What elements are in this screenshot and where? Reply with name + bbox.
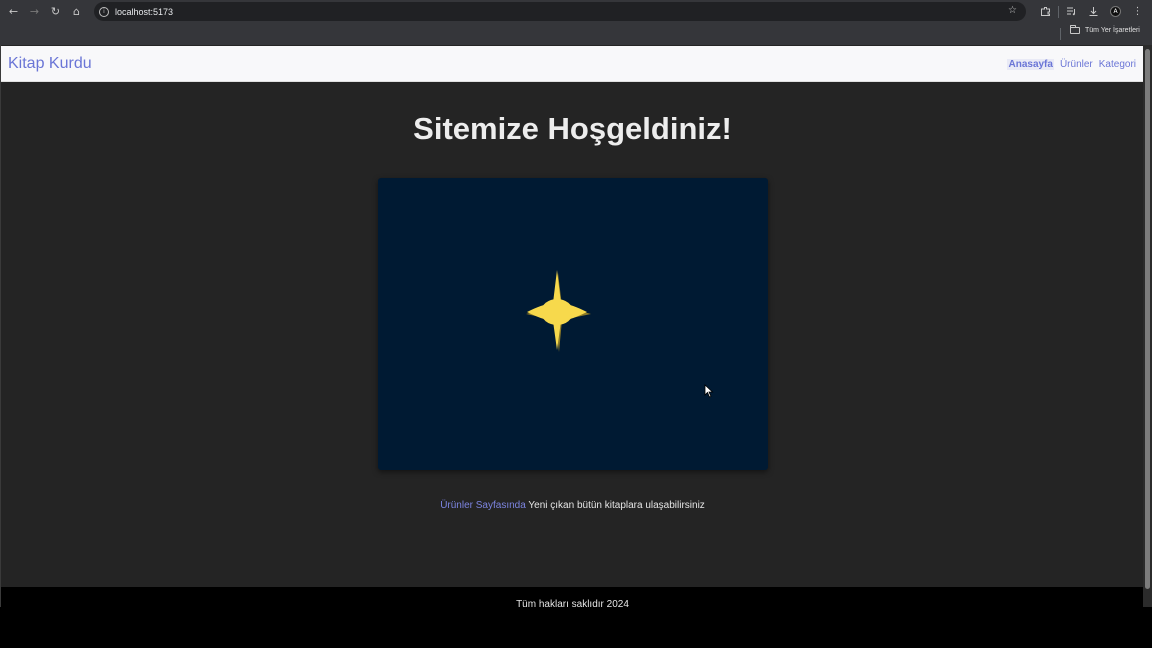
brand-logo-link[interactable]: Kitap Kurdu [8, 55, 92, 73]
media-controls-icon[interactable] [1062, 2, 1081, 21]
profile-avatar[interactable]: A [1106, 2, 1125, 21]
page-title: Sitemize Hoşgeldiniz! [413, 111, 732, 146]
kebab-menu-icon[interactable]: ⋮ [1128, 2, 1147, 21]
info-icon[interactable]: i [99, 6, 109, 17]
mouse-pointer-icon [704, 384, 714, 398]
reload-button[interactable]: ↻ [45, 1, 66, 22]
nav-link-urunler[interactable]: Ürünler [1060, 59, 1093, 70]
toolbar-right-icons: A ⋮ [1036, 2, 1147, 21]
all-bookmarks-button[interactable]: Tüm Yer İşaretleri [1070, 25, 1140, 34]
nav-link-kategori[interactable]: Kategori [1099, 59, 1136, 70]
bookmarks-bar: Tüm Yer İşaretleri [0, 23, 1152, 45]
products-page-link[interactable]: Ürünler Sayfasında [440, 500, 526, 511]
download-icon[interactable] [1084, 2, 1103, 21]
bookmarks-separator [1060, 28, 1061, 40]
folder-icon [1070, 25, 1080, 34]
promo-caption-text: Yeni çıkan bütün kitaplara ulaşabilirsin… [525, 500, 705, 511]
all-bookmarks-label: Tüm Yer İşaretleri [1085, 27, 1140, 34]
browser-toolbar: ← → ↻ ⌂ i localhost:5173 ☆ A ⋮ [0, 0, 1152, 23]
url-text[interactable]: localhost:5173 [115, 7, 173, 17]
nav-link-anasayfa[interactable]: Anasayfa [1007, 59, 1054, 70]
star-icon[interactable]: ☆ [1008, 5, 1017, 16]
home-icon: ⌂ [73, 5, 80, 18]
site-footer: Tüm hakları saklıdır 2024 [1, 587, 1144, 607]
forward-button[interactable]: → [24, 1, 45, 22]
main-nav: Anasayfa Ürünler Kategori [1007, 59, 1136, 70]
site-header: Kitap Kurdu Anasayfa Ürünler Kategori [1, 46, 1144, 82]
reload-icon: ↻ [50, 5, 61, 18]
avatar: A [1110, 6, 1121, 17]
back-button[interactable]: ← [3, 1, 24, 22]
window-bottom-area [0, 607, 1152, 648]
promo-caption: Ürünler Sayfasında Yeni çıkan bütün kita… [1, 500, 1144, 511]
toolbar-separator [1058, 5, 1059, 18]
arrow-left-icon: ← [8, 5, 19, 18]
home-button[interactable]: ⌂ [66, 1, 87, 22]
copyright-text: Tüm hakları saklıdır 2024 [516, 599, 629, 607]
vertical-scrollbar[interactable] [1143, 45, 1152, 607]
arrow-right-icon: → [29, 5, 40, 18]
puzzle-icon[interactable] [1036, 2, 1055, 21]
hero-animation [378, 178, 768, 470]
address-bar[interactable]: i localhost:5173 ☆ [94, 2, 1026, 21]
scrollbar-thumb[interactable] [1145, 49, 1150, 589]
page-viewport: Kitap Kurdu Anasayfa Ürünler Kategori Si… [0, 45, 1144, 607]
sparkle-icon [526, 270, 591, 352]
